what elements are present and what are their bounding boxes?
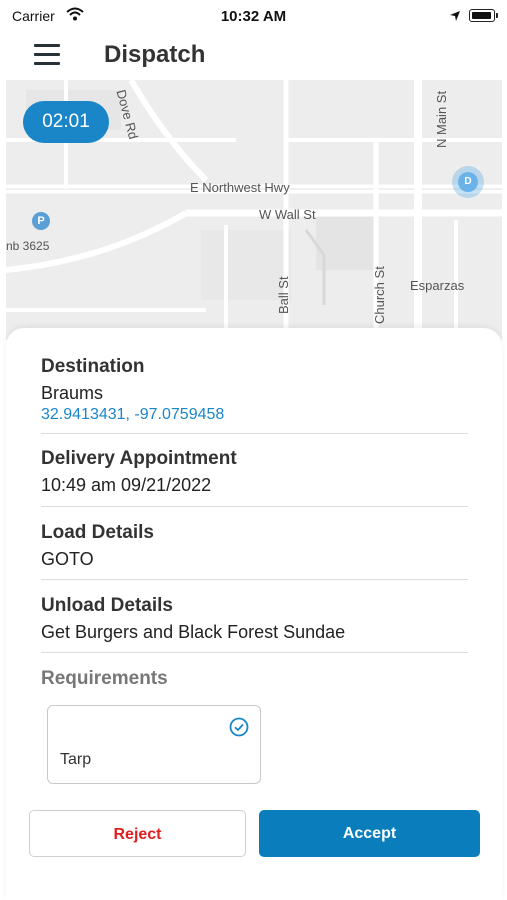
status-bar: Carrier 10:32 AM (0, 0, 507, 32)
unload-details-heading: Unload Details (41, 595, 173, 616)
poi-label: nb 3625 (6, 239, 50, 253)
delivery-appointment-value: 10:49 am 09/21/2022 (41, 475, 212, 495)
reject-button[interactable]: Reject (29, 810, 246, 857)
destination-name: Braums (41, 383, 104, 403)
requirements-heading: Requirements (41, 668, 168, 689)
battery-icon (469, 9, 498, 22)
parking-marker-icon[interactable]: P (32, 212, 50, 230)
load-details-heading: Load Details (41, 522, 154, 543)
unload-details-value: Get Burgers and Black Forest Sundae (41, 622, 346, 642)
location-arrow-icon (449, 9, 461, 27)
timer-badge: 02:01 (23, 101, 109, 143)
load-details-value: GOTO (41, 549, 94, 569)
hamburger-menu-icon[interactable] (34, 42, 60, 68)
street-label-ball-st: Ball St (276, 276, 291, 314)
status-time: 10:32 AM (220, 8, 287, 25)
delivery-appointment-heading: Delivery Appointment (41, 448, 237, 469)
destination-marker-label: D (458, 172, 478, 192)
dispatch-details-sheet: Destination Braums 32.9413431, -97.07594… (6, 328, 502, 900)
street-label-e-northwest-hwy: E Northwest Hwy (190, 180, 290, 195)
requirement-card-tarp[interactable]: Tarp (47, 705, 261, 784)
destination-heading: Destination (41, 356, 145, 377)
accept-button[interactable]: Accept (259, 810, 480, 857)
street-label-n-main-st: N Main St (434, 90, 449, 148)
street-label-church-st: Church St (372, 266, 387, 324)
check-circle-icon[interactable] (229, 717, 249, 742)
map-view[interactable]: Dove Rd N Main St E Northwest Hwy W Wall… (6, 80, 502, 340)
requirement-label: Tarp (60, 751, 92, 768)
page-title: Dispatch (104, 41, 206, 68)
delivery-appointment-section: Delivery Appointment 10:49 am 09/21/2022 (41, 448, 468, 507)
nav-bar: Dispatch (0, 32, 507, 80)
street-label-esparzas: Esparzas (410, 278, 465, 293)
destination-coordinates-link[interactable]: 32.9413431, -97.0759458 (41, 406, 468, 424)
street-label-w-wall-st: W Wall St (259, 207, 316, 222)
destination-section: Destination Braums 32.9413431, -97.07594… (41, 356, 468, 434)
unload-details-section: Unload Details Get Burgers and Black For… (41, 595, 468, 653)
load-details-section: Load Details GOTO (41, 522, 468, 580)
destination-marker-icon[interactable]: D (452, 166, 484, 198)
